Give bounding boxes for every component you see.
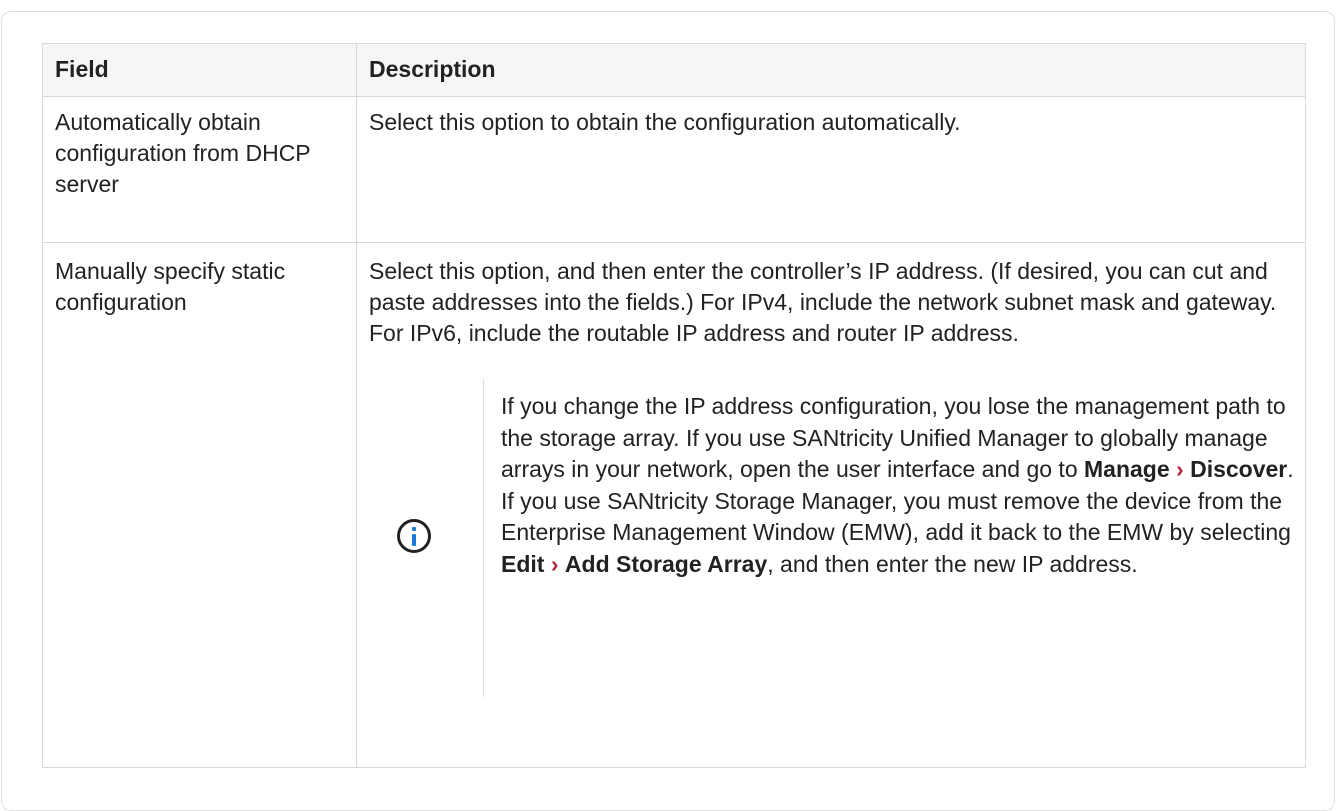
description-cell: Select this option, and then enter the c…	[356, 242, 1306, 768]
field-cell: Automatically obtain configuration from …	[42, 96, 357, 243]
note-text: If you change the IP address configurati…	[501, 391, 1301, 580]
menu-separator-icon: ›	[550, 550, 559, 577]
menu-item-edit: Edit	[501, 550, 545, 577]
table-row: Automatically obtain configuration from …	[42, 96, 1306, 243]
field-cell: Manually specify static configuration	[42, 242, 357, 768]
description-text: Select this option, and then enter the c…	[369, 258, 1277, 346]
column-header-description: Description	[356, 43, 1306, 97]
admonition-note: If you change the IP address configurati…	[369, 379, 1294, 697]
table-row: Manually specify static configuration Se…	[42, 242, 1306, 768]
note-text-part: , and then enter the new IP address.	[767, 550, 1138, 577]
fields-table: Field Description Automatically obtain c…	[42, 43, 1306, 768]
table-header-row: Field Description	[42, 43, 1306, 97]
menu-item-manage: Manage	[1084, 456, 1170, 482]
info-icon-stem	[412, 534, 416, 546]
info-circle-icon	[397, 519, 431, 553]
note-divider	[483, 379, 484, 697]
description-cell: Select this option to obtain the configu…	[356, 96, 1306, 243]
menu-item-discover: Discover	[1190, 456, 1288, 482]
info-icon-dot	[412, 527, 416, 531]
menu-separator-icon: ›	[1176, 456, 1184, 482]
column-header-field: Field	[42, 43, 357, 97]
menu-item-add-storage-array: Add Storage Array	[564, 550, 768, 577]
